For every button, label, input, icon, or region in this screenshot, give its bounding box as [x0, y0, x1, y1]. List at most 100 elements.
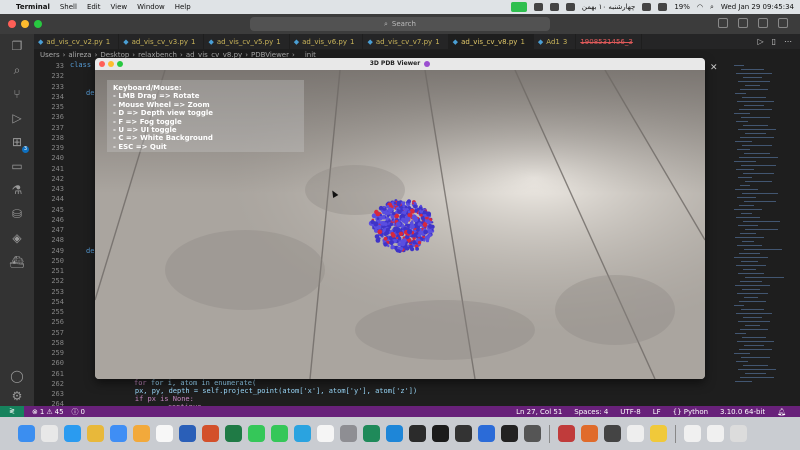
atom	[397, 246, 400, 250]
python-interpreter[interactable]: 3.10.0 64-bit	[720, 408, 765, 416]
remote-explorer-icon[interactable]: ▭	[9, 158, 25, 174]
close-icon[interactable]: ✕	[710, 63, 718, 73]
launchpad-icon[interactable]	[41, 425, 58, 442]
clock[interactable]: Wed Jan 29 09:45:34	[721, 3, 794, 11]
search-icon[interactable]: ⌕	[9, 62, 25, 78]
battery-percent[interactable]: 19%	[674, 3, 690, 11]
menu-edit[interactable]: Edit	[87, 3, 101, 11]
command-center-search[interactable]: ⌕ Search	[250, 17, 550, 31]
pycharm-icon[interactable]	[363, 425, 380, 442]
settings-icon[interactable]	[340, 425, 357, 442]
split-editor-icon[interactable]: ▯	[772, 37, 776, 46]
spotlight-icon[interactable]: ⌕	[710, 3, 714, 12]
persian-date[interactable]: چهارشنبه ۱۰ بهمن	[582, 3, 635, 11]
menu-help[interactable]: Help	[175, 3, 191, 11]
wifi-icon[interactable]: ◠	[697, 3, 703, 11]
tab-5[interactable]: ◆ ad_vis_cv_v7.py 1	[363, 34, 449, 49]
cursor-position[interactable]: Ln 27, Col 51	[516, 408, 562, 416]
preview-icon[interactable]	[627, 425, 644, 442]
testing-icon[interactable]: ⚗	[9, 182, 25, 198]
minimap[interactable]	[730, 61, 790, 406]
notes-icon[interactable]	[650, 425, 667, 442]
app-icon[interactable]	[581, 425, 598, 442]
line-number: 260	[51, 359, 64, 368]
camera-icon[interactable]	[524, 425, 541, 442]
viewer-close-button[interactable]	[99, 61, 105, 67]
remote-indicator-icon[interactable]: ≷	[0, 406, 24, 417]
info-indicator[interactable]: ⓘ 0	[72, 407, 85, 417]
toggle-sidebar-icon[interactable]	[718, 18, 728, 28]
more-icon[interactable]: ⋯	[784, 37, 792, 46]
source-control-icon[interactable]: ⑂	[9, 86, 25, 102]
app-icon[interactable]	[604, 425, 621, 442]
indentation[interactable]: Spaces: 4	[574, 408, 608, 416]
mail-icon[interactable]	[110, 425, 127, 442]
tab-6[interactable]: ◆ ad_vis_cv_v8.py 1	[448, 34, 534, 49]
render-canvas[interactable]: Keyboard/Mouse: - LMB Drag => Rotate - Mo…	[95, 70, 705, 379]
tab-2[interactable]: ◆ ad_vis_cv_v3.py 1	[119, 34, 205, 49]
stack-icon[interactable]: ◈	[9, 230, 25, 246]
tab-1[interactable]: ◆ ad_vis_cv_v2.py 1	[34, 34, 120, 49]
tab-3[interactable]: ◆ ad_vis_cv_v5.py 1	[204, 34, 290, 49]
explorer-icon[interactable]: ❐	[9, 38, 25, 54]
zoom-window-button[interactable]	[34, 20, 42, 28]
status-item-icon[interactable]	[549, 3, 559, 11]
facetime-icon[interactable]	[271, 425, 288, 442]
downloads-icon[interactable]	[707, 425, 724, 442]
menu-view[interactable]: View	[111, 3, 128, 11]
encoding[interactable]: UTF-8	[620, 408, 640, 416]
tab-8[interactable]: 1908531456_3	[576, 34, 642, 49]
customize-layout-icon[interactable]	[778, 18, 788, 28]
trash-icon[interactable]	[730, 425, 747, 442]
viewer-zoom-button[interactable]	[117, 61, 123, 67]
menu-shell[interactable]: Shell	[60, 3, 77, 11]
documents-icon[interactable]	[684, 425, 701, 442]
account-icon[interactable]: ◯	[9, 368, 25, 384]
photo-editor-icon[interactable]	[558, 425, 575, 442]
status-item-icon[interactable]	[565, 3, 575, 11]
run-icon[interactable]: ▷	[757, 37, 763, 46]
facetime-icon[interactable]	[510, 2, 527, 12]
chatgpt-icon[interactable]	[501, 425, 518, 442]
powerpoint-icon[interactable]	[202, 425, 219, 442]
word-icon[interactable]	[179, 425, 196, 442]
safari-icon[interactable]	[64, 425, 81, 442]
docker-icon[interactable]: ⛴	[9, 254, 25, 270]
close-window-button[interactable]	[8, 20, 16, 28]
tab-7[interactable]: ◆ Ad1 3	[534, 34, 577, 49]
problems-indicator[interactable]: ⊗ 1 ⚠ 45	[32, 408, 64, 416]
calendar-icon[interactable]	[317, 425, 334, 442]
toggle-panel-icon[interactable]	[738, 18, 748, 28]
photos-icon[interactable]	[133, 425, 150, 442]
excel-icon[interactable]	[225, 425, 242, 442]
menu-window[interactable]: Window	[137, 3, 165, 11]
notifications-icon[interactable]: 🔔︎	[777, 408, 786, 416]
keyboard-input-icon[interactable]	[642, 3, 652, 11]
run-icon[interactable]	[455, 425, 472, 442]
run-debug-icon[interactable]: ▷	[9, 110, 25, 126]
minimize-window-button[interactable]	[21, 20, 29, 28]
tab-4[interactable]: ◆ ad_vis_v6.py 1	[290, 34, 364, 49]
status-item-icon[interactable]	[533, 3, 543, 11]
status-item-icon[interactable]	[658, 3, 668, 11]
finder-icon[interactable]	[18, 425, 35, 442]
menu-app-name[interactable]: Terminal	[16, 3, 50, 11]
database-icon[interactable]: ⛁	[9, 206, 25, 222]
extensions-icon[interactable]: ⊞ 3	[9, 134, 29, 153]
minimap-line	[738, 129, 776, 130]
vscode-icon[interactable]	[386, 425, 403, 442]
iterm-icon[interactable]	[432, 425, 449, 442]
viewer-minimize-button[interactable]	[108, 61, 114, 67]
language-mode[interactable]: {} Python	[673, 408, 708, 416]
notion-icon[interactable]	[156, 425, 173, 442]
end-of-line[interactable]: LF	[653, 408, 661, 416]
chrome-icon[interactable]	[87, 425, 104, 442]
breadcrumb-item[interactable]: alireza	[68, 51, 91, 59]
gear-icon[interactable]: ⚙	[9, 388, 25, 404]
breadcrumb-item[interactable]: Users	[40, 51, 60, 59]
telegram-icon[interactable]	[294, 425, 311, 442]
terminal-icon[interactable]	[409, 425, 426, 442]
docker-icon[interactable]	[478, 425, 495, 442]
messages-icon[interactable]	[248, 425, 265, 442]
toggle-secondary-sidebar-icon[interactable]	[758, 18, 768, 28]
